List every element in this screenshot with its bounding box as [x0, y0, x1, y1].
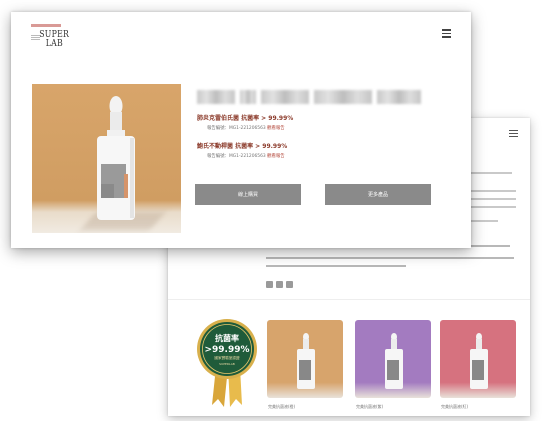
superlab-logo[interactable]: SUPER LAB: [31, 24, 69, 48]
hamburger-menu-icon[interactable]: [442, 29, 451, 40]
product-thumbnail[interactable]: [267, 320, 343, 398]
claim-report: 報告編號：MG1-221206563 觀看報告: [207, 153, 285, 159]
back-text-line: [468, 220, 498, 222]
claim-report: 報告編號：MG1-221206563 觀看報告: [207, 125, 285, 131]
back-menu-icon[interactable]: [509, 130, 518, 139]
more-products-button[interactable]: 更多產品: [325, 184, 431, 205]
buy-online-button[interactable]: 線上購買: [195, 184, 301, 205]
product-thumbnail[interactable]: [355, 320, 431, 398]
product-photo: [32, 84, 181, 233]
back-text-line: [468, 172, 512, 174]
bottle-icon: [470, 333, 488, 389]
bottle-icon: [297, 333, 315, 389]
thumbnail-caption: 完美抗菌液(紫): [356, 404, 384, 409]
share-icons: [266, 281, 293, 288]
report-number: 報告編號：MG1-221206563: [207, 126, 266, 131]
bottle-icon: [97, 96, 135, 220]
claim-title: 肺炎克雷伯氏菌 抗菌率 > 99.99%: [197, 115, 294, 122]
share-icon[interactable]: [276, 281, 283, 288]
divider: [168, 299, 530, 300]
badge-sub: 國家實驗室認證: [214, 355, 240, 360]
badge-value: >99.99%: [204, 345, 249, 355]
logo-word-lab: LAB: [45, 38, 64, 49]
share-icon[interactable]: [286, 281, 293, 288]
report-number: 報告編號：MG1-221206563: [207, 154, 266, 159]
view-report-link[interactable]: 觀看報告: [267, 154, 285, 159]
claim-title: 鮑氏不動桿菌 抗菌率 > 99.99%: [197, 143, 288, 150]
back-text-line: [468, 190, 516, 192]
share-icon[interactable]: [266, 281, 273, 288]
badge-brand: SUPERLAB: [219, 362, 235, 366]
view-report-link[interactable]: 觀看報告: [267, 126, 285, 131]
screenshot-collage: 抗菌率 >99.99% 國家實驗室認證 SUPERLAB 完美抗菌液(橙) 完美…: [0, 0, 545, 421]
blurred-product-title: [197, 90, 421, 104]
back-text-line: [266, 265, 406, 267]
thumbnail-caption: 完美抗菌液(橙): [268, 404, 296, 409]
back-text-line: [266, 257, 514, 259]
back-text-line: [468, 206, 516, 208]
bottle-icon: [385, 333, 403, 389]
thumbnail-caption: 完美抗菌液(紅): [441, 404, 469, 409]
front-page: SUPER LAB 肺炎克雷伯氏菌 抗菌率 > 99.99% 報告編號：MG1-…: [11, 12, 471, 248]
antibacterial-badge: 抗菌率 >99.99% 國家實驗室認證 SUPERLAB: [197, 319, 257, 407]
product-thumbnail[interactable]: [440, 320, 516, 398]
back-text-line: [468, 198, 516, 200]
badge-title: 抗菌率: [215, 333, 239, 343]
logo-bar: [31, 24, 61, 27]
